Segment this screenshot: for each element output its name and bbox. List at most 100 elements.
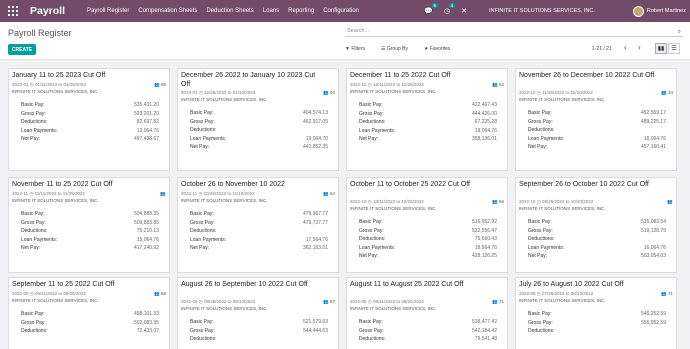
menu-deduction-sheets[interactable]: Deduction Sheets (206, 8, 253, 14)
employee-count: 👥 (667, 199, 673, 205)
pay-label: Gross Pay: (190, 219, 215, 226)
pay-value: 18,064.76 (643, 135, 666, 142)
menu-compensation-sheets[interactable]: Compensation Sheets (138, 8, 197, 14)
kanban-card[interactable]: October 11 to October 25 2022 Cut Off 👥 6… (346, 177, 508, 273)
card-title: December 11 to 25 2022 Cut Off (350, 72, 451, 79)
favorites-button[interactable]: ★ Favorites (424, 46, 458, 52)
pay-label: Gross Pay: (359, 327, 384, 334)
kanban-card[interactable]: November 26 to December 10 2022 Cut Off 👥… (515, 68, 677, 171)
pay-value: 452,559.17 (640, 110, 666, 116)
pay-value: 522,556.47 (471, 227, 497, 234)
chat-icon[interactable]: 💬 6 (424, 3, 439, 15)
pay-row: Loan Payments: 16,064.76 (528, 245, 666, 254)
card-period: 2022-09 ◷ 09/11/2022 to 09/25/2022 (12, 291, 86, 296)
kanban-card[interactable]: September 26 to October 10 2022 Cut Off 👥… (515, 177, 677, 273)
pay-label: Basic Pay: (359, 102, 383, 108)
pager-next-icon[interactable]: › (638, 43, 641, 52)
kanban-card[interactable]: January 11 to 25 2023 Cut Off 👥 65 2023-01… (8, 68, 170, 171)
pay-value: 13,064.76 (136, 127, 159, 134)
card-period: 2022-10 ◷ 09/26/2022 to 10/10/2022 (519, 199, 594, 204)
pay-row: Deductions: 67,225.28 (359, 119, 497, 128)
card-company: INFINITE IT SOLUTIONS SERVICES, INC. (519, 206, 606, 211)
card-company: INFINITE IT SOLUTIONS SERVICES, INC. (181, 198, 268, 203)
card-period: 2022-12 ◷ 11/26/2022 to 12/10/2022 (519, 90, 593, 95)
pay-label: Net Pay: (21, 136, 41, 142)
pay-row: Basic Pay: 504,883.35 (21, 211, 159, 220)
pager-value[interactable]: 1-21 / 21 (592, 46, 612, 52)
favorites-label: Favorites (429, 46, 451, 52)
pay-label: Deductions: (528, 236, 555, 242)
menu-loans[interactable]: Loans (263, 8, 279, 14)
company-switcher[interactable]: INFINITE IT SOLUTIONS SERVICES, INC. (489, 8, 595, 14)
pay-label: Basic Pay: (21, 102, 45, 108)
pay-label: Basic Pay: (359, 319, 383, 325)
pay-value: 82,697.82 (136, 119, 159, 125)
pay-row: Net Pay: 443,852.35 (190, 144, 328, 153)
pay-label: Loan Payments: (359, 127, 396, 134)
card-company: INFINITE IT SOLUTIONS SERVICES, INC. (12, 89, 99, 94)
filters-button[interactable]: ▼ Filters (345, 46, 373, 52)
pay-row: Deductions: 82,697.82 (21, 119, 159, 128)
pay-row: Basic Pay: 498,101.33 (21, 311, 159, 320)
user-menu[interactable]: Robert Martinez (647, 8, 686, 14)
groupby-button[interactable]: ☰ Group By (381, 46, 416, 52)
pay-label: Basic Pay: (21, 311, 45, 317)
menu-configuration[interactable]: Configuration (323, 8, 359, 14)
employee-count: 👥 62 (492, 82, 504, 88)
create-button[interactable]: CREATE (8, 44, 36, 55)
kanban-card[interactable]: September 11 to 25 2022 Cut Off 👥 68 2022-… (8, 277, 170, 349)
pager-previous-icon[interactable]: ‹ (624, 43, 627, 52)
card-company: INFINITE IT SOLUTIONS SERVICES, INC. (181, 97, 268, 102)
employee-count-value: 64 (329, 191, 335, 196)
kanban-card[interactable]: July 26 to August 10 2022 Cut Off 👥 71 202… (515, 277, 677, 349)
pay-row: Loan Payments: 19,064.76 (359, 128, 497, 137)
kanban-card[interactable]: August 11 to August 25 2022 Cut Off 👥 71 2… (346, 277, 508, 349)
kanban-card[interactable]: December 26 2022 to January 10 2023 Cut … (177, 68, 339, 171)
menu-reporting[interactable]: Reporting (288, 8, 314, 14)
kanban-card[interactable]: December 11 to 25 2022 Cut Off 👥 62 2022-1… (346, 68, 508, 171)
pay-row: Basic Pay: 404,574.13 (190, 110, 328, 119)
pay-label: Gross Pay: (190, 118, 215, 125)
debug-icon[interactable]: ✕ (461, 7, 467, 15)
list-view-button[interactable]: ☰ (668, 43, 680, 54)
pay-value: 17,564.76 (305, 236, 328, 243)
pay-row: Basic Pay: 516,083.54 (528, 219, 666, 228)
pay-label: Loan Payments: (190, 236, 227, 243)
app-grid-icon[interactable] (8, 6, 18, 16)
employee-count: 👥 65 (154, 82, 166, 88)
pay-row: Net Pay: 417,240.92 (21, 245, 159, 254)
pay-label: Basic Pay: (21, 211, 45, 217)
pay-row: Deductions: (190, 127, 328, 136)
card-company: INFINITE IT SOLUTIONS SERVICES, INC. (12, 198, 99, 203)
pay-label: Deductions: (190, 336, 217, 342)
pay-summary: Basic Pay: 516,952.92 Gross Pay: 522,556.47… (359, 219, 497, 262)
pay-row: Basic Pay: 422,467.43 (359, 102, 497, 111)
pay-row: Deductions: 75,660.43 (359, 236, 497, 245)
app-name[interactable]: Payroll (30, 5, 65, 17)
pay-value: 509,883.85 (133, 219, 159, 226)
pay-label: Net Pay: (528, 253, 548, 259)
pay-label: Basic Pay: (528, 110, 552, 116)
kanban-card[interactable]: August 26 to September 10 2022 Cut Off 👥 … (177, 277, 339, 349)
kanban-card[interactable]: October 26 to November 10 2022 👥 64 2022-1… (177, 177, 339, 273)
pay-value: 428,126.25 (471, 253, 497, 259)
pay-value: 489,225.17 (640, 118, 666, 125)
card-company: INFINITE IT SOLUTIONS SERVICES, INC. (519, 298, 606, 303)
pay-row: Basic Pay: 516,952.92 (359, 219, 497, 228)
search-icon[interactable]: ⌕ (678, 27, 681, 37)
kanban-view-button[interactable]: ▮▮ (655, 43, 667, 54)
people-icon: 👥 (160, 191, 166, 196)
people-icon: 👥 (323, 299, 330, 304)
pay-row: Deductions: 72,433.07 (21, 328, 159, 337)
activity-icon[interactable]: ◷ 4 (444, 3, 456, 15)
pay-value: 444,426.00 (471, 110, 497, 117)
pay-value: 521,579.63 (302, 319, 328, 325)
kanban-card[interactable]: November 11 to 25 2022 Cut Off 👥 2022-11 … (8, 177, 170, 273)
search-input[interactable]: Search... ⌕ (345, 26, 683, 37)
pay-value: 593,201.20 (133, 110, 159, 117)
pay-label: Gross Pay: (21, 110, 46, 117)
menu-payroll-register[interactable]: Payroll Register (87, 8, 129, 14)
pay-row: Net Pay: 503,054.03 (528, 253, 666, 262)
user-avatar[interactable] (632, 5, 644, 17)
employee-count: 👥 60 (323, 90, 335, 96)
